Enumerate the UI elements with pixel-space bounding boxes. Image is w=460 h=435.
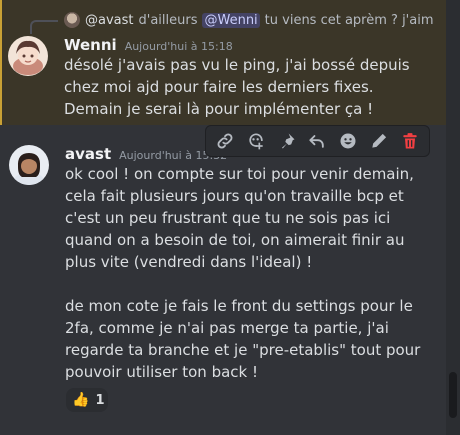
emoji-icon[interactable] — [334, 127, 362, 155]
thumbs-up-icon: 👍 — [72, 392, 90, 408]
message-line: plus vite (vendredi dans l'ideal) ! — [65, 253, 313, 271]
author-line: avast Aujourd'hui à 15:32 — [65, 145, 227, 163]
avatar[interactable] — [9, 145, 49, 185]
message-line: pouvoir utiliser ton back ! — [65, 363, 258, 381]
reaction-count: 1 — [95, 392, 105, 408]
message-line: 2fa, comme je n'ai pas merge ta partie, … — [65, 319, 389, 337]
author-name[interactable]: Wenni — [64, 36, 117, 54]
message-content: ok cool ! on compte sur toi pour venir d… — [65, 163, 420, 383]
author-line: Wenni Aujourd'hui à 15:18 — [64, 36, 233, 54]
delete-icon[interactable] — [396, 127, 424, 155]
reaction-thumbs-up[interactable]: 👍 1 — [66, 388, 108, 412]
reply-avatar — [64, 12, 80, 28]
pin-icon[interactable] — [273, 127, 301, 155]
message-actions-toolbar — [205, 125, 430, 157]
timestamp[interactable]: Aujourd'hui à 15:18 — [125, 40, 233, 53]
message-line: chez moi ajd pour faire les derniers fix… — [64, 78, 374, 96]
scrollbar-thumb[interactable] — [449, 372, 457, 418]
add-reaction-icon[interactable] — [242, 127, 270, 155]
edit-icon[interactable] — [365, 127, 393, 155]
scrollbar-track[interactable] — [446, 0, 460, 435]
reply-text-after: tu viens cet aprèm ? j'aim — [264, 12, 434, 28]
message-line: désolé j'avais pas vu le ping, j'ai boss… — [64, 56, 410, 74]
avatar[interactable] — [8, 36, 48, 76]
message-line: ok cool ! on compte sur toi pour venir d… — [65, 165, 414, 183]
reply-mention[interactable]: @Wenni — [202, 12, 260, 28]
message-line: cela fait plusieurs jours qu'on travaill… — [65, 187, 404, 205]
message-line: regarde ta branche et je "pre-etablis" t… — [65, 341, 421, 359]
message-content: désolé j'avais pas vu le ping, j'ai boss… — [64, 54, 410, 120]
reply-text: d'ailleurs — [138, 12, 198, 28]
message-line: Demain je serai là pour implémenter ça ! — [64, 100, 374, 118]
reply-connector — [30, 20, 58, 34]
link-icon[interactable] — [211, 127, 239, 155]
reply-icon[interactable] — [303, 127, 331, 155]
message-line: c'est un peu frustrant que tu ne sois pa… — [65, 209, 391, 227]
author-name[interactable]: avast — [65, 145, 111, 163]
reply-author[interactable]: @avast — [85, 13, 134, 28]
message-line-blank — [65, 273, 420, 295]
message-line: de mon cote je fais le front du settings… — [65, 297, 413, 315]
message-line: quand on a besoin de toi, on aimerait fi… — [65, 231, 405, 249]
reply-reference[interactable]: @avast d'ailleurs @Wenni tu viens cet ap… — [64, 10, 444, 30]
